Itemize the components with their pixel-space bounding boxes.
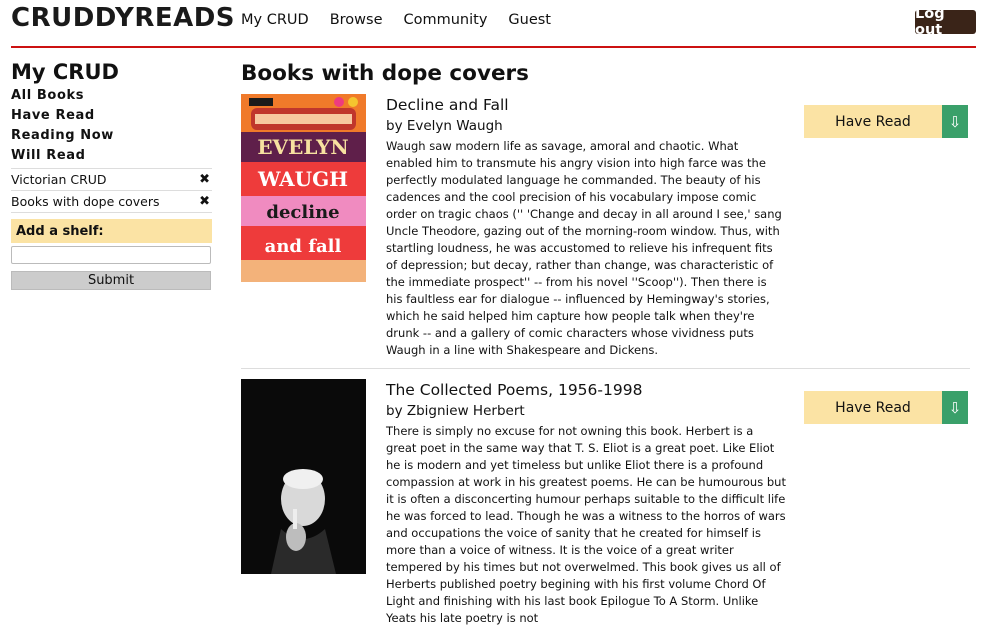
- shelf-link-dope-covers[interactable]: Books with dope covers: [11, 194, 160, 209]
- book-cover[interactable]: EVELYN WAUGH decline and fall: [241, 94, 366, 282]
- sidebar-link-reading-now[interactable]: Reading Now: [11, 126, 212, 146]
- book-description: Waugh saw modern life as savage, amoral …: [386, 139, 782, 357]
- book-info: The Collected Poems, 1956-1998 by Zbigni…: [386, 379, 786, 627]
- have-read-label[interactable]: Have Read: [804, 105, 942, 138]
- nav-guest[interactable]: Guest: [508, 12, 551, 28]
- book-title[interactable]: The Collected Poems, 1956-1998: [386, 380, 786, 400]
- close-icon[interactable]: ✖: [199, 194, 210, 209]
- svg-text:EVELYN: EVELYN: [257, 135, 348, 159]
- book-description: There is simply no excuse for not owning…: [386, 424, 786, 625]
- book-author[interactable]: by Zbigniew Herbert: [386, 401, 786, 421]
- shelf-list: Victorian CRUD ✖ Books with dope covers …: [11, 168, 212, 213]
- sidebar: My CRUD All Books Have Read Reading Now …: [11, 60, 212, 290]
- nav-browse[interactable]: Browse: [330, 12, 383, 28]
- nav-my-crud[interactable]: My CRUD: [241, 12, 309, 28]
- header-divider: [11, 46, 976, 48]
- cover-art-herbert: [241, 379, 366, 574]
- svg-text:and fall: and fall: [265, 236, 342, 257]
- shelf-item: Victorian CRUD ✖: [11, 169, 212, 191]
- shelf-item: Books with dope covers ✖: [11, 191, 212, 213]
- main-nav: My CRUD Browse Community Guest: [241, 12, 572, 28]
- book-author[interactable]: by Evelyn Waugh: [386, 116, 786, 136]
- book-divider: [241, 368, 970, 369]
- sidebar-link-will-read[interactable]: Will Read: [11, 146, 212, 166]
- sidebar-link-all-books[interactable]: All Books: [11, 86, 212, 106]
- download-arrow-icon[interactable]: ⇩: [942, 391, 968, 424]
- submit-button[interactable]: Submit: [11, 271, 211, 290]
- have-read-label[interactable]: Have Read: [804, 391, 942, 424]
- download-arrow-icon[interactable]: ⇩: [942, 105, 968, 138]
- book-entry: EVELYN WAUGH decline and fall Decline an…: [241, 94, 970, 364]
- close-icon[interactable]: ✖: [199, 172, 210, 187]
- book-title[interactable]: Decline and Fall: [386, 95, 786, 115]
- sidebar-title: My CRUD: [11, 60, 119, 84]
- book-cover[interactable]: [241, 379, 366, 574]
- add-shelf-input[interactable]: [11, 246, 211, 264]
- shelf-link-victorian-crud[interactable]: Victorian CRUD: [11, 172, 107, 187]
- svg-text:WAUGH: WAUGH: [257, 167, 348, 191]
- page-title: Books with dope covers: [241, 61, 529, 86]
- shelf-status-button[interactable]: Have Read ⇩: [804, 105, 968, 138]
- book-info: Decline and Fall by Evelyn Waugh Waugh s…: [386, 94, 786, 359]
- svg-text:decline: decline: [266, 202, 339, 223]
- shelf-status-button[interactable]: Have Read ⇩: [804, 391, 968, 424]
- site-logo[interactable]: CRUDDYREADS: [11, 3, 235, 33]
- nav-community[interactable]: Community: [403, 12, 487, 28]
- cover-art-waugh: EVELYN WAUGH decline and fall: [241, 94, 366, 282]
- logout-button[interactable]: Log out: [915, 6, 976, 38]
- top-header: CRUDDYREADS My CRUD Browse Community Gue…: [0, 0, 1000, 46]
- add-shelf-label: Add a shelf:: [11, 219, 212, 243]
- book-entry: The Collected Poems, 1956-1998 by Zbigni…: [241, 379, 970, 625]
- sidebar-link-have-read[interactable]: Have Read: [11, 106, 212, 126]
